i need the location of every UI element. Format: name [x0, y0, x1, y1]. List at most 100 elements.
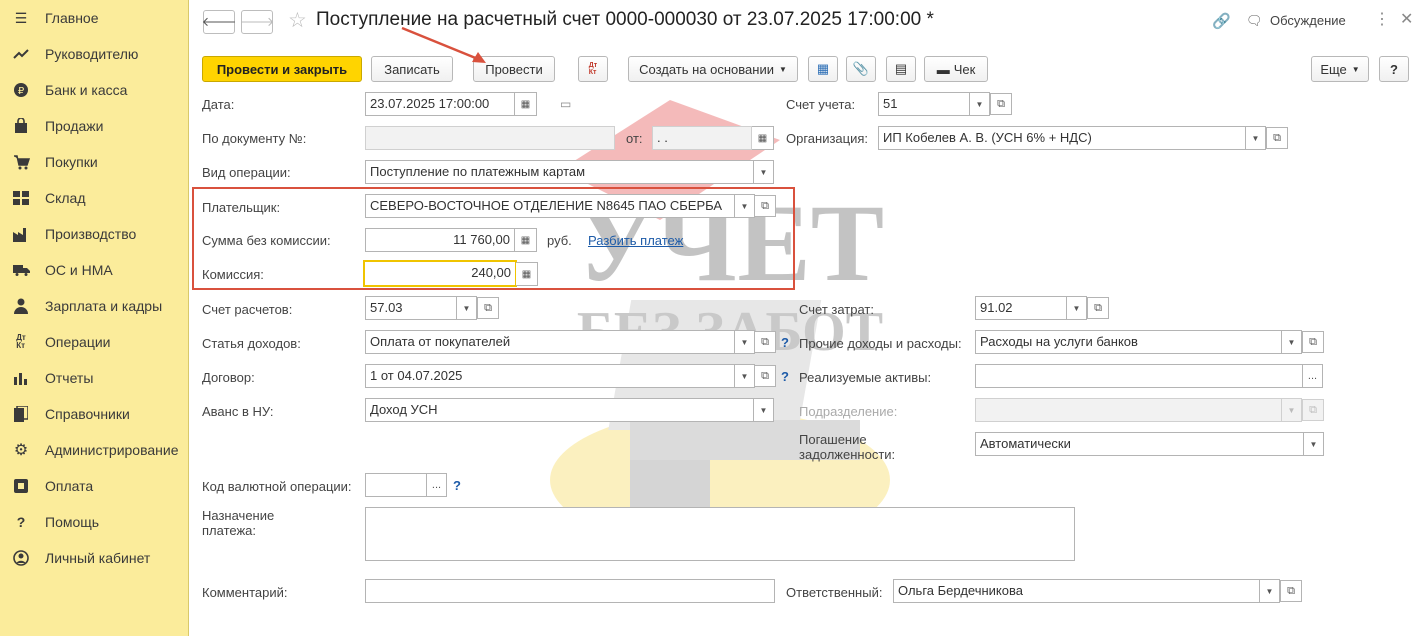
open-icon: ⧉ — [761, 335, 769, 348]
svg-text:₽: ₽ — [18, 86, 25, 97]
person-icon — [12, 297, 30, 315]
sidebar-item-reports[interactable]: Отчеты — [0, 363, 189, 393]
open-button[interactable]: ⧉ — [477, 297, 499, 319]
dropdown-button[interactable]: ▼ — [754, 398, 774, 422]
structure-button[interactable]: ▦ — [808, 56, 838, 82]
open-button[interactable]: ⧉ — [754, 195, 776, 217]
sidebar-item-help[interactable]: ? Помощь — [0, 507, 189, 537]
sidebar-item-account[interactable]: Личный кабинет — [0, 543, 189, 573]
dropdown-button[interactable]: ▼ — [754, 160, 774, 184]
date-field[interactable]: 23.07.2025 17:00:00 — [365, 92, 515, 116]
dropdown-button[interactable]: ▼ — [735, 330, 755, 354]
split-payment-link[interactable]: Разбить платеж — [588, 233, 683, 248]
sidebar-item-admin[interactable]: ⚙ Администрирование — [0, 435, 189, 465]
payment-icon — [12, 477, 30, 495]
close-icon[interactable]: ✕ — [1400, 9, 1413, 29]
post-and-close-button[interactable]: Провести и закрыть — [202, 56, 362, 82]
contract-label: Договор: — [202, 370, 255, 385]
settlement-account-field[interactable]: 57.03 — [365, 296, 457, 320]
dropdown-button[interactable]: ▼ — [1260, 579, 1280, 603]
sidebar-item-label: Главное — [45, 10, 99, 26]
more-button[interactable]: Еще ▼ — [1311, 56, 1369, 82]
open-button[interactable]: ⧉ — [1302, 331, 1324, 353]
help-icon[interactable]: ? — [781, 335, 789, 350]
dropdown-button[interactable]: ▼ — [1304, 432, 1324, 456]
sidebar-item-catalogs[interactable]: Справочники — [0, 399, 189, 429]
account-field[interactable]: 51 — [878, 92, 970, 116]
sidebar-item-bank[interactable]: ₽ Банк и касса — [0, 75, 189, 105]
payer-field[interactable]: СЕВЕРО-ВОСТОЧНОЕ ОТДЕЛЕНИЕ N8645 ПАО СБЕ… — [365, 194, 735, 218]
sidebar-item-production[interactable]: Производство — [0, 219, 189, 249]
open-icon: ⧉ — [484, 301, 492, 314]
expense-account-field[interactable]: 91.02 — [975, 296, 1067, 320]
responsible-field[interactable]: Ольга Бердечникова — [893, 579, 1260, 603]
comment-label: Комментарий: — [202, 585, 288, 600]
dropdown-button[interactable]: ▼ — [457, 296, 477, 320]
create-based-on-button[interactable]: Создать на основании ▼ — [628, 56, 798, 82]
calculator-icon: ▦ — [520, 234, 531, 246]
select-button[interactable]: ... — [427, 473, 447, 497]
calculator-button[interactable]: ▦ — [516, 262, 538, 286]
dropdown-button[interactable]: ▼ — [970, 92, 990, 116]
operation-type-select[interactable]: Поступление по платежным картам — [365, 160, 754, 184]
sidebar-item-purchases[interactable]: Покупки — [0, 147, 189, 177]
dropdown-button[interactable]: ▼ — [1282, 330, 1302, 354]
dropdown-button[interactable]: ▼ — [735, 194, 755, 218]
sidebar-item-main[interactable]: ☰ Главное — [0, 3, 189, 33]
sidebar-item-warehouse[interactable]: Склад — [0, 183, 189, 213]
sold-assets-field[interactable] — [975, 364, 1303, 388]
calendar-button[interactable]: ▦ — [752, 126, 774, 150]
back-button[interactable]: 🡐 — [202, 10, 236, 34]
forward-button[interactable]: 🡒 — [240, 10, 274, 34]
dt-kt-button[interactable]: Дт Кт — [578, 56, 608, 82]
comment-field[interactable] — [365, 579, 775, 603]
print-button[interactable]: ▤ — [886, 56, 916, 82]
attach-button[interactable]: 📎 — [846, 56, 876, 82]
repayment-select[interactable]: Автоматически — [975, 432, 1304, 456]
cash-register-icon: ▬ — [936, 61, 950, 77]
doc-date-field[interactable]: . . — [652, 126, 752, 150]
doc-date-label: от: — [626, 131, 643, 146]
numbering-icon[interactable]: ▭ — [560, 97, 571, 111]
more-vertical-icon[interactable]: ⋮ — [1374, 9, 1390, 29]
open-button[interactable]: ⧉ — [1266, 127, 1288, 149]
help-button[interactable]: ? — [1379, 56, 1409, 82]
help-icon[interactable]: ? — [453, 478, 461, 493]
open-button[interactable]: ⧉ — [754, 365, 776, 387]
sidebar-item-label: Склад — [45, 190, 86, 206]
sidebar-item-operations[interactable]: Дт Кт Операции — [0, 327, 189, 357]
sidebar-item-manager[interactable]: Руководителю — [0, 39, 189, 69]
open-button[interactable]: ⧉ — [990, 93, 1012, 115]
dropdown-button[interactable]: ▼ — [1067, 296, 1087, 320]
sidebar-item-sales[interactable]: Продажи — [0, 111, 189, 141]
doc-number-field[interactable] — [365, 126, 615, 150]
chevron-down-icon: ▼ — [1072, 303, 1081, 313]
sidebar-item-salary[interactable]: Зарплата и кадры — [0, 291, 189, 321]
receipt-button[interactable]: ▬ Чек — [924, 56, 988, 82]
income-item-field[interactable]: Оплата от покупателей — [365, 330, 735, 354]
other-income-expenses-field[interactable]: Расходы на услуги банков — [975, 330, 1282, 354]
open-button[interactable]: ⧉ — [1087, 297, 1109, 319]
amount-field[interactable]: 11 760,00 — [365, 228, 515, 252]
sidebar-item-assets[interactable]: ОС и НМА — [0, 255, 189, 285]
select-button[interactable]: ... — [1303, 364, 1323, 388]
advance-select[interactable]: Доход УСН — [365, 398, 754, 422]
open-button[interactable]: ⧉ — [754, 331, 776, 353]
discussion-button[interactable]: Обсуждение — [1270, 13, 1346, 28]
currency-op-field[interactable] — [365, 473, 427, 497]
link-icon[interactable]: 🔗 — [1212, 12, 1231, 30]
organization-field[interactable]: ИП Кобелев А. В. (УСН 6% + НДС) — [878, 126, 1246, 150]
calculator-button[interactable]: ▦ — [515, 228, 537, 252]
calendar-button[interactable]: ▦ — [515, 92, 537, 116]
dropdown-button[interactable]: ▼ — [735, 364, 755, 388]
repayment-label-line1: Погашение — [799, 432, 867, 447]
star-icon[interactable]: ☆ — [288, 8, 307, 33]
dropdown-button[interactable]: ▼ — [1246, 126, 1266, 150]
commission-field[interactable]: 240,00 — [363, 260, 517, 287]
help-icon[interactable]: ? — [781, 369, 789, 384]
chevron-down-icon: ▼ — [740, 371, 749, 381]
purpose-textarea[interactable] — [365, 507, 1075, 561]
sidebar-item-payment[interactable]: Оплата — [0, 471, 189, 501]
contract-field[interactable]: 1 от 04.07.2025 — [365, 364, 735, 388]
open-button[interactable]: ⧉ — [1280, 580, 1302, 602]
